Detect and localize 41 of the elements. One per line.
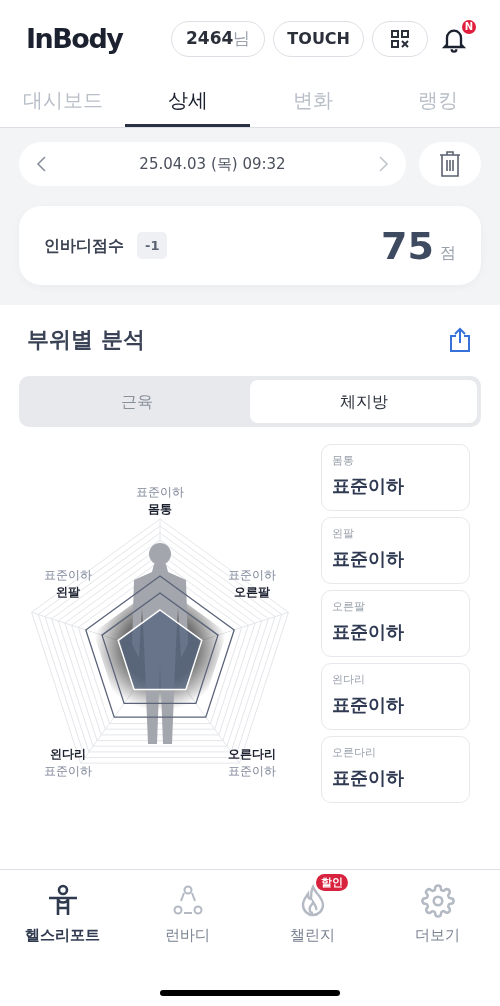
card-grade: 표준이하 [332, 765, 405, 790]
body-part-label: 오른팔 [234, 584, 270, 601]
card-part: 오른팔 [332, 599, 366, 615]
segment-tab[interactable]: 근육 [23, 380, 250, 423]
score-value: 75 [381, 226, 434, 265]
card-grade: 표준이하 [332, 473, 405, 498]
score-label: 인바디점수 [44, 234, 124, 257]
card-grade: 표준이하 [332, 546, 405, 571]
body-part-label: 몸통 [148, 501, 172, 518]
app-logo: InBody [26, 21, 123, 56]
notification-badge: N [460, 18, 478, 36]
nav-item[interactable]: 헬스리포트 [25, 884, 100, 947]
nav-item[interactable]: 더보기 [415, 884, 460, 947]
discount-badge: 할인 [316, 874, 348, 891]
qr-code-icon [390, 29, 410, 49]
card-part: 왼팔 [332, 526, 355, 542]
notification-button[interactable]: N [440, 22, 474, 56]
share-icon[interactable] [449, 326, 471, 353]
score-change: -1 [137, 231, 168, 260]
nav-item[interactable]: 런바디 [165, 884, 210, 947]
score-unit: 점 [440, 241, 456, 264]
trash-icon [439, 150, 461, 178]
grade-label: 표준이하 [228, 763, 276, 780]
grade-label: 표준이하 [228, 567, 276, 584]
section-title: 부위별 분석 [27, 326, 145, 354]
delete-button[interactable] [419, 142, 481, 186]
card-grade: 표준이하 [332, 619, 405, 644]
grade-label: 표준이하 [44, 567, 92, 584]
card-part: 오른다리 [332, 745, 377, 761]
body-part-label: 왼다리 [50, 746, 86, 763]
grade-label: 표준이하 [136, 484, 184, 501]
grade-label: 표준이하 [44, 763, 92, 780]
body-part-label: 오른다리 [228, 746, 276, 763]
body-part-label: 왼팔 [56, 584, 80, 601]
card-part: 왼다리 [332, 672, 366, 688]
segment-tab[interactable]: 체지방 [250, 380, 477, 423]
card-grade: 표준이하 [332, 692, 405, 717]
settings-icon [420, 884, 455, 918]
chevron-left-icon[interactable] [35, 155, 47, 173]
measurement-date: 25.04.03 (목) 09:32 [138, 153, 287, 175]
card-part: 몸통 [332, 453, 355, 469]
